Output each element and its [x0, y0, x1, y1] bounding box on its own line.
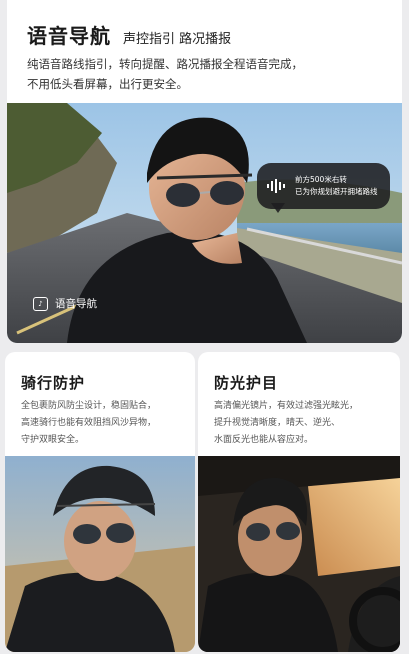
hero-description: 纯语音路线指引，转向提醒、路况播报全程语音完成， 不用低头看屏幕，出行更安全。 [27, 54, 357, 94]
card-description: 高清偏光镜片，有效过滤强光眩光， 提升视觉清晰度，晴天、逆光、 水面反光也能从容… [214, 398, 392, 449]
card-title: 防光护目 [214, 374, 279, 392]
driving-photo [198, 456, 400, 652]
card-desc-line: 水面反光也能从容应对。 [214, 435, 314, 445]
bubble-text: 前方500米右转 已为你规划避开拥堵路线 [295, 174, 378, 198]
bubble-tail [271, 203, 285, 213]
voice-navigation-icon: ♪ [33, 296, 48, 311]
hero-subtitle: 声控指引 路况播报 [123, 32, 232, 47]
hero-desc-line-1: 纯语音路线指引，转向提醒、路况播报全程语音完成， [27, 57, 303, 71]
voice-navigation-badge: ♪ 语音导航 [33, 296, 97, 311]
bubble-line-1: 前方500米右转 [295, 175, 347, 184]
voice-navigation-card: 语音导航 声控指引 路况播报 纯语音路线指引，转向提醒、路况播报全程语音完成， … [7, 0, 402, 343]
hero-title-row: 语音导航 声控指引 路况播报 [27, 20, 231, 49]
sound-wave-icon [267, 179, 285, 193]
card-title: 骑行防护 [21, 374, 86, 392]
badge-label: 语音导航 [55, 298, 97, 310]
bubble-line-2: 已为你规划避开拥堵路线 [295, 187, 378, 196]
card-desc-line: 提升视觉清晰度，晴天、逆光、 [214, 418, 341, 428]
riding-protection-card: 骑行防护 全包裹防风防尘设计，稳固贴合， 高速骑行也能有效阻挡风沙异物， 守护双… [5, 352, 195, 652]
glare-protection-card: 防光护目 高清偏光镜片，有效过滤强光眩光， 提升视觉清晰度，晴天、逆光、 水面反… [198, 352, 400, 652]
riding-photo [5, 456, 195, 652]
card-desc-line: 全包裹防风防尘设计，稳固贴合， [21, 401, 157, 411]
card-desc-line: 守护双眼安全。 [21, 435, 85, 445]
card-description: 全包裹防风防尘设计，稳固贴合， 高速骑行也能有效阻挡风沙异物， 守护双眼安全。 [21, 398, 195, 449]
card-desc-line: 高清偏光镜片，有效过滤强光眩光， [214, 401, 359, 411]
hero-desc-line-2: 不用低头看屏幕，出行更安全。 [27, 77, 188, 91]
card-desc-line: 高速骑行也能有效阻挡风沙异物， [21, 418, 157, 428]
hero-title: 语音导航 [27, 24, 111, 48]
